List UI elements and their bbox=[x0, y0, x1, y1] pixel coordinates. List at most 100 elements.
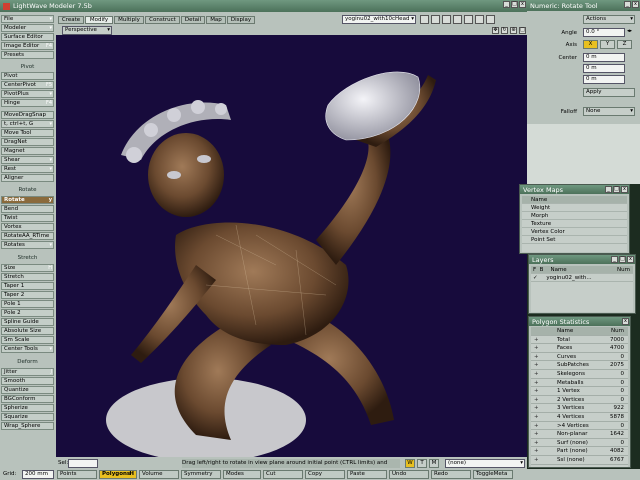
table-row[interactable]: + Metaballs 0 bbox=[531, 379, 628, 388]
plus-icon[interactable]: + bbox=[534, 396, 539, 405]
table-row[interactable]: +4 Vertices 5878 bbox=[531, 413, 628, 422]
taper1-button[interactable]: Taper 1 bbox=[1, 282, 54, 290]
tab-modify[interactable]: Modify bbox=[85, 16, 113, 24]
squarize-button[interactable]: Squarize bbox=[1, 413, 54, 421]
list-item[interactable]: Vertex Color bbox=[522, 228, 627, 236]
spherize-button[interactable]: Spherize bbox=[1, 404, 54, 412]
table-row[interactable]: + Surf (none) 0 bbox=[531, 439, 628, 448]
table-row[interactable]: + Curves 0 bbox=[531, 353, 628, 362]
plus-icon[interactable]: + bbox=[534, 353, 539, 362]
rest-button[interactable]: Rest ▾ bbox=[1, 165, 54, 173]
minimize-button[interactable]: _ bbox=[624, 1, 631, 8]
center-x-field[interactable]: 0 m bbox=[583, 53, 625, 62]
centerpivot-button[interactable]: CenterPivot F5 bbox=[1, 81, 54, 89]
m-button[interactable]: M bbox=[429, 459, 439, 468]
close-button[interactable]: x bbox=[627, 256, 634, 263]
table-row[interactable]: + Part (none) 4082 bbox=[531, 447, 628, 456]
pivotplus-button[interactable]: PivotPlus ▾ bbox=[1, 90, 54, 98]
layout-icon[interactable] bbox=[453, 15, 462, 24]
center-y-field[interactable]: 0 m bbox=[583, 64, 625, 73]
rotate-view-icon[interactable]: ↻ bbox=[501, 27, 508, 34]
paste-button[interactable]: Paste bbox=[347, 470, 387, 479]
view-mode-select[interactable]: Perspective ▾ bbox=[62, 26, 112, 35]
vortex-button[interactable]: Vortex bbox=[1, 223, 54, 231]
copy-button[interactable]: Copy bbox=[305, 470, 345, 479]
actions-menu[interactable]: Actions ▾ bbox=[583, 15, 635, 24]
movedragsnap-button[interactable]: MoveDragSnap bbox=[1, 111, 54, 119]
table-row[interactable]: + Skelegons 0 bbox=[531, 370, 628, 379]
table-row[interactable]: +2 Vertices 0 bbox=[531, 396, 628, 405]
magnet-button[interactable]: Magnet bbox=[1, 147, 54, 155]
tab-multiply[interactable]: Multiply bbox=[114, 16, 144, 24]
layout-icon[interactable] bbox=[442, 15, 451, 24]
plus-icon[interactable]: + bbox=[534, 379, 539, 388]
layer-row[interactable]: ✓ yoginu02_with... bbox=[531, 274, 633, 282]
stretch-button[interactable]: Stretch bbox=[1, 273, 54, 281]
plus-icon[interactable]: + bbox=[534, 447, 539, 456]
table-row[interactable]: + >4 Vertices 0 bbox=[531, 422, 628, 431]
modeler-menu[interactable]: Modeler ▾ bbox=[1, 24, 54, 32]
rotateaa-button[interactable]: RotateAA_RTime bbox=[1, 232, 54, 240]
absolute-size-button[interactable]: Absolute Size bbox=[1, 327, 54, 335]
layer-select[interactable]: yoginu02_with10cHead ▾ bbox=[342, 15, 416, 24]
minimize-button[interactable]: _ bbox=[605, 186, 612, 193]
undo-button[interactable]: Undo bbox=[389, 470, 429, 479]
close-button[interactable]: x bbox=[621, 186, 628, 193]
falloff-select[interactable]: None ▾ bbox=[583, 107, 635, 116]
maximize-button[interactable]: □ bbox=[613, 186, 620, 193]
plus-icon[interactable]: + bbox=[534, 439, 539, 448]
maximize-button[interactable]: □ bbox=[511, 1, 518, 8]
list-item[interactable]: Texture bbox=[522, 220, 627, 228]
move-tool-button[interactable]: Move Tool bbox=[1, 129, 54, 137]
table-row[interactable]: + Non-planar 1642 bbox=[531, 430, 628, 439]
table-row[interactable]: + Ssl (none) 6767 bbox=[531, 456, 628, 465]
twist-button[interactable]: Twist bbox=[1, 214, 54, 222]
apply-button[interactable]: Apply bbox=[583, 88, 635, 97]
jitter-button[interactable]: Jitter J bbox=[1, 368, 54, 376]
layout-icon[interactable] bbox=[420, 15, 429, 24]
quantize-button[interactable]: Quantize bbox=[1, 386, 54, 394]
layout-icon[interactable] bbox=[475, 15, 484, 24]
modes-button[interactable]: Modes bbox=[223, 470, 261, 479]
symmetry-button[interactable]: Symmetry bbox=[181, 470, 221, 479]
table-row[interactable]: +3 Vertices 922 bbox=[531, 404, 628, 413]
axis-x-button[interactable]: X bbox=[583, 40, 598, 49]
wrap-sphere-button[interactable]: Wrap_Sphere bbox=[1, 422, 54, 430]
plus-icon[interactable]: + bbox=[534, 422, 539, 431]
tab-map[interactable]: Map bbox=[206, 16, 226, 24]
plus-icon[interactable]: + bbox=[534, 344, 539, 353]
layout-icon[interactable] bbox=[486, 15, 495, 24]
dragnet-button[interactable]: DragNet bbox=[1, 138, 54, 146]
points-button[interactable]: Points bbox=[57, 470, 97, 479]
cut-button[interactable]: Cut bbox=[263, 470, 303, 479]
list-item[interactable]: Morph bbox=[522, 212, 627, 220]
angle-field[interactable]: 0.0 ° bbox=[583, 28, 625, 37]
plus-icon[interactable]: + bbox=[534, 430, 539, 439]
table-row[interactable]: + SubPatches 2075 bbox=[531, 361, 628, 370]
layout-icon[interactable] bbox=[464, 15, 473, 24]
rotate-button[interactable]: Rotate y bbox=[1, 196, 54, 204]
redo-button[interactable]: Redo bbox=[431, 470, 471, 479]
axis-y-button[interactable]: Y bbox=[600, 40, 615, 49]
vmap-select[interactable]: (none) ▾ bbox=[445, 459, 525, 468]
spline-guide-button[interactable]: Spline Guide bbox=[1, 318, 54, 326]
taper2-button[interactable]: Taper 2 bbox=[1, 291, 54, 299]
surface-editor-button[interactable]: Surface Editor bbox=[1, 33, 54, 41]
tab-display[interactable]: Display bbox=[227, 16, 255, 24]
smooth-button[interactable]: Smooth bbox=[1, 377, 54, 385]
t-button[interactable]: T bbox=[417, 459, 427, 468]
close-button[interactable]: x bbox=[632, 1, 639, 8]
viewport[interactable] bbox=[56, 35, 527, 457]
maximize-button[interactable]: □ bbox=[619, 256, 626, 263]
tab-detail[interactable]: Detail bbox=[181, 16, 205, 24]
axis-z-button[interactable]: Z bbox=[617, 40, 632, 49]
togglemeta-button[interactable]: ToggleMeta bbox=[473, 470, 513, 479]
rotates-menu[interactable]: Rotates ▾ bbox=[1, 241, 54, 249]
image-editor-button[interactable]: Image Editor F4 bbox=[1, 42, 54, 50]
shear-button[interactable]: Shear ▾ bbox=[1, 156, 54, 164]
plus-icon[interactable]: + bbox=[534, 336, 539, 345]
volume-button[interactable]: Volume bbox=[139, 470, 179, 479]
pole1-button[interactable]: Pole 1 bbox=[1, 300, 54, 308]
plus-icon[interactable]: + bbox=[534, 413, 539, 422]
maximize-view-icon[interactable]: □ bbox=[519, 27, 526, 34]
